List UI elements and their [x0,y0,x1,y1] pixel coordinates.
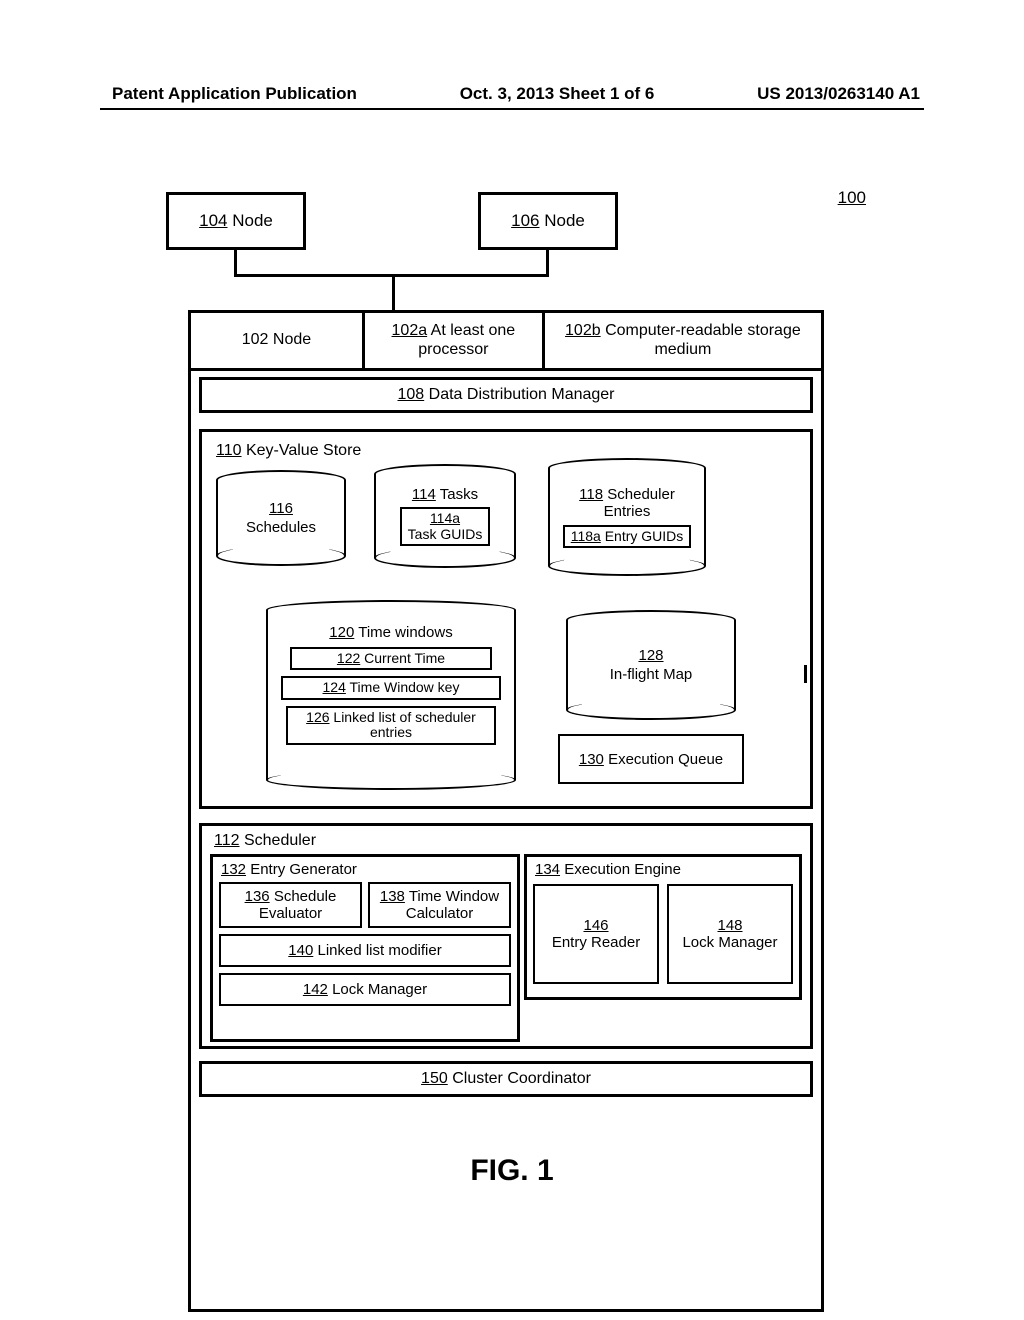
cell-102a: 102a At least one processor [362,310,545,371]
cyl-scheduler-entries: 118 Scheduler Entries 118a Entry GUIDs [548,458,706,576]
scheduler: 112 Scheduler 132 Entry Generator 136 Sc… [199,823,813,1049]
linked-list-scheduler-entries: 126 Linked list of scheduler entries [286,706,497,745]
node-106: 106 Node [478,192,618,250]
schedule-evaluator: 136 Schedule Evaluator [219,882,362,928]
execution-engine-title: 134 Execution Engine [535,861,793,878]
header-left: Patent Application Publication [112,84,357,104]
header-rule [100,108,924,110]
connector [234,250,237,274]
key-value-store: 110 Key-Value Store 116 Schedules 114 Ta… [199,429,813,809]
current-time: 122 Current Time [290,647,491,670]
cyl-time-windows: 120 Time windows 122 Current Time 124 Ti… [266,600,516,790]
header-right: US 2013/0263140 A1 [757,84,920,104]
node-104: 104 Node [166,192,306,250]
scheduler-title: 112 Scheduler [214,832,802,850]
connector [546,250,549,274]
cell-102b: 102b Computer-readable storage medium [542,310,824,371]
cyl-inflight-map: 128 In-flight Map [566,610,736,720]
page-header: Patent Application Publication Oct. 3, 2… [112,84,920,104]
linked-list-modifier: 140 Linked list modifier [219,934,511,967]
cell-102-label: 102 Node [188,310,365,371]
kv-store-title: 110 Key-Value Store [216,442,802,460]
system-reference: 100 [838,188,866,208]
time-window-calculator: 138 Time Window Calculator [368,882,511,928]
entry-generator: 132 Entry Generator 136 Schedule Evaluat… [210,854,520,1042]
header-center: Oct. 3, 2013 Sheet 1 of 6 [460,84,655,104]
time-window-key: 124 Time Window key [281,676,501,699]
node-102-header-row: 102 Node 102a At least one processor 102… [191,313,821,371]
cyl-tasks: 114 Tasks 114a Task GUIDs [374,464,516,568]
cluster-coordinator: 150 Cluster Coordinator [199,1061,813,1097]
cyl-schedules: 116 Schedules [216,470,346,566]
task-guids: 114a Task GUIDs [400,507,491,546]
connector [804,665,807,683]
entry-generator-title: 132 Entry Generator [221,861,511,878]
figure-label: FIG. 1 [0,1154,1024,1188]
execution-engine: 134 Execution Engine 146 Entry Reader 14… [524,854,802,1000]
lock-manager-148: 148 Lock Manager [667,884,793,984]
data-distribution-manager: 108 Data Distribution Manager [199,377,813,413]
entry-reader: 146 Entry Reader [533,884,659,984]
execution-queue: 130 Execution Queue [558,734,744,784]
lock-manager-142: 142 Lock Manager [219,973,511,1006]
connector [392,274,395,310]
entry-guids: 118a Entry GUIDs [563,525,692,548]
